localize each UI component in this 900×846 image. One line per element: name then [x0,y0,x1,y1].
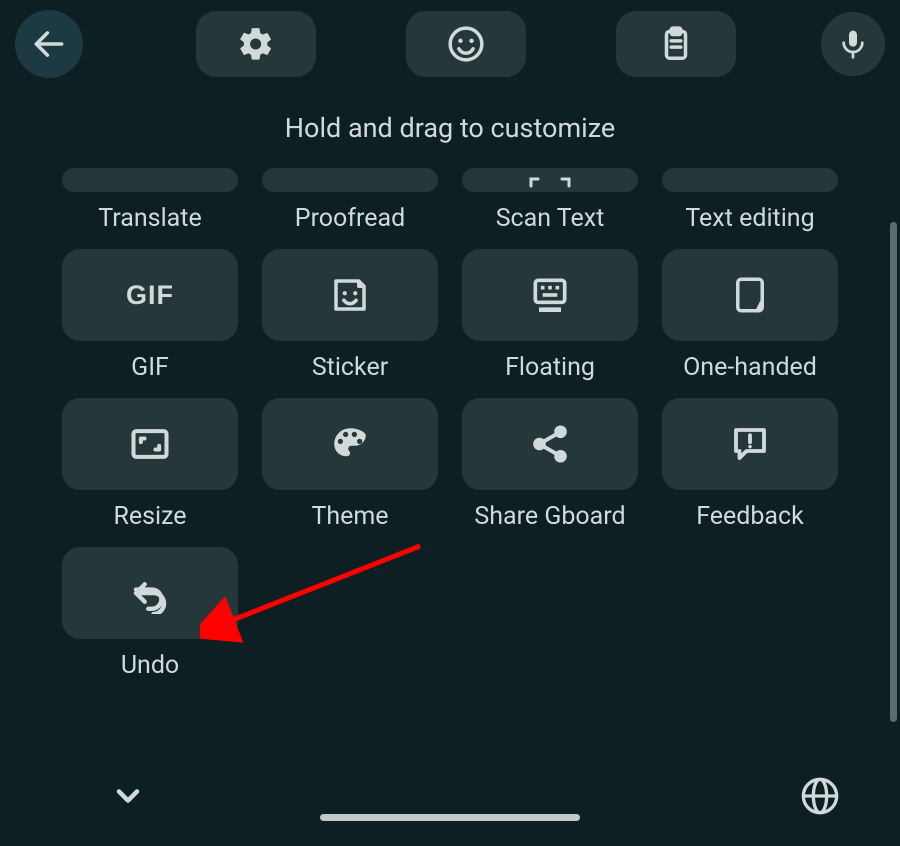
cell-sticker: Sticker [260,249,440,382]
top-actions-row [196,11,793,77]
cell-translate: Translate [60,168,240,233]
settings-button[interactable] [196,11,316,77]
tile-label: Floating [505,353,595,382]
nav-handle[interactable] [320,814,580,821]
tile-undo[interactable] [62,547,238,639]
scrollbar[interactable] [890,222,897,722]
tile-label: Share Gboard [474,502,625,531]
tile-resize[interactable] [62,398,238,490]
tile-gif[interactable]: GIF [62,249,238,341]
tile-label: Translate [98,204,201,233]
chevron-down-icon [110,778,146,814]
tile-label: Text editing [685,204,814,233]
cell-floating: Floating [460,249,640,382]
language-button[interactable] [800,776,840,816]
feedback-icon [729,423,771,465]
clipboard-icon [657,25,695,63]
cell-gif: GIF GIF [60,249,240,382]
grid-row: Resize Theme Share Gboard [60,398,840,531]
tile-label: Sticker [312,353,388,382]
cell-share-gboard: Share Gboard [460,398,640,531]
grid-row: Translate Proofread Scan Text Text editi… [60,168,840,233]
tile-label: Theme [311,502,388,531]
tile-label: Resize [113,502,186,531]
hint-text: Hold and drag to customize [0,112,900,144]
sticker-icon [329,274,371,316]
tile-theme[interactable] [262,398,438,490]
emoji-button[interactable] [406,11,526,77]
one-handed-icon [729,274,771,316]
globe-icon [800,776,840,816]
emoji-icon [447,25,485,63]
tile-feedback[interactable] [662,398,838,490]
grid-row: GIF GIF Sticker [60,249,840,382]
tile-label: One-handed [683,353,817,382]
top-bar [0,0,900,88]
collapse-button[interactable] [110,778,146,814]
cell-resize: Resize [60,398,240,531]
tile-sticker[interactable] [262,249,438,341]
tile-scan-text[interactable] [462,168,638,192]
shortcut-grid: Translate Proofread Scan Text Text editi… [0,162,900,680]
resize-icon [128,422,172,466]
cell-theme: Theme [260,398,440,531]
floating-icon [528,273,572,317]
tile-label: Feedback [696,502,804,531]
theme-icon [329,423,371,465]
scan-text-icon [528,176,572,190]
grid-row: Undo [60,547,840,680]
tile-floating[interactable] [462,249,638,341]
tile-share-gboard[interactable] [462,398,638,490]
tile-label: Proofread [295,204,405,233]
tile-label: Undo [121,651,179,680]
tile-proofread[interactable] [262,168,438,192]
back-button[interactable] [15,10,83,78]
mic-icon [837,28,869,60]
tile-label: GIF [131,353,169,382]
cell-scan-text: Scan Text [460,168,640,233]
tile-one-handed[interactable] [662,249,838,341]
share-icon [529,423,571,465]
cell-proofread: Proofread [260,168,440,233]
clipboard-button[interactable] [616,11,736,77]
gif-icon: GIF [126,280,174,311]
gear-icon [237,25,275,63]
tile-text-editing[interactable] [662,168,838,192]
tile-label: Scan Text [496,204,605,233]
bottom-bar [0,756,900,846]
back-arrow-icon [30,25,68,63]
undo-icon [129,572,171,614]
cell-text-editing: Text editing [660,168,840,233]
cell-feedback: Feedback [660,398,840,531]
mic-button[interactable] [821,12,885,76]
cell-undo: Undo [60,547,240,680]
tile-translate[interactable] [62,168,238,192]
cell-one-handed: One-handed [660,249,840,382]
